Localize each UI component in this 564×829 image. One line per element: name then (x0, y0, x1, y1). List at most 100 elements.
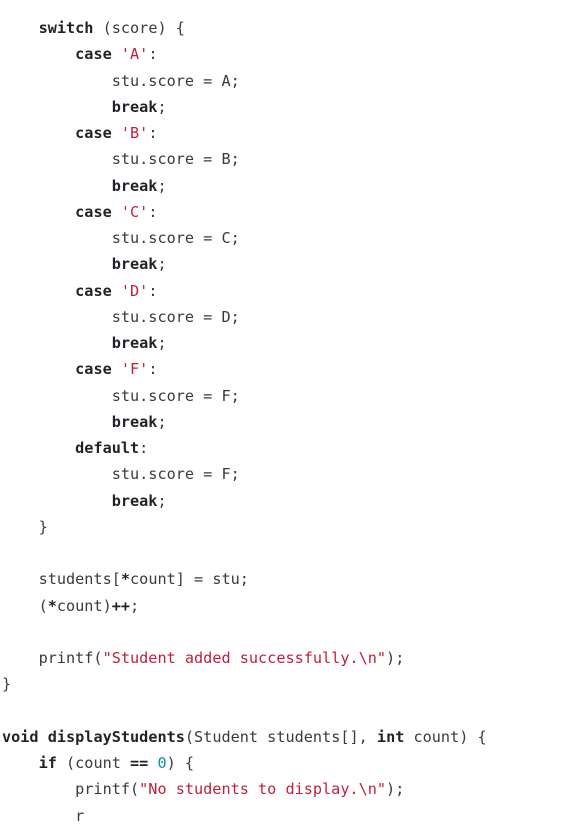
code-keyword: void (2, 727, 39, 746)
code-text: ) { (166, 754, 195, 772)
code-keyword: default (75, 439, 140, 457)
code-text: : (148, 281, 158, 300)
code-keyword: == (130, 754, 149, 772)
code-line: printf("No students to display.\n"); (2, 776, 487, 802)
code-line: break; (2, 94, 487, 120)
code-line: void displayStudents(Student students[],… (2, 724, 487, 750)
code-text: stu.score = F; (2, 465, 240, 484)
code-text: } (2, 517, 48, 536)
code-line: r (2, 803, 487, 829)
code-line: case 'F': (2, 356, 487, 382)
code-function-name: displayStudents (47, 727, 185, 746)
code-keyword: * (47, 596, 57, 615)
code-text: ; (157, 255, 167, 274)
code-text: count) { (404, 727, 487, 746)
code-text: ); (386, 780, 405, 799)
code-text: : (148, 124, 158, 142)
code-line: break; (2, 330, 487, 356)
code-text: r (2, 806, 85, 825)
code-line: students[*count] = stu; (2, 566, 487, 592)
code-line: stu.score = D; (2, 304, 487, 330)
code-text: students[ (2, 570, 121, 589)
code-string: 'A' (120, 45, 149, 64)
code-text: stu.score = B; (2, 150, 240, 169)
code-line: stu.score = F; (2, 461, 487, 487)
code-line: switch (score) { (2, 15, 487, 41)
code-keyword: case (75, 124, 112, 142)
code-string: "No students to display.\n" (139, 780, 387, 799)
code-text: ; (157, 412, 167, 431)
code-text: printf( (2, 780, 140, 799)
code-line: stu.score = C; (2, 225, 487, 251)
code-text: (count (56, 754, 131, 772)
code-keyword: case (75, 360, 112, 379)
code-line: stu.score = B; (2, 146, 487, 172)
code-line: break; (2, 488, 487, 514)
code-text: (score) { (93, 19, 185, 37)
code-text: } (2, 675, 12, 694)
code-text: : (148, 45, 158, 64)
code-block[interactable]: switch (score) { case 'A': stu.score = A… (2, 15, 487, 829)
code-keyword: break (111, 255, 158, 274)
code-keyword: ++ (111, 596, 131, 615)
code-line: break; (2, 409, 487, 435)
code-line: if (count == 0) { (2, 750, 487, 776)
code-text: ; (130, 596, 140, 615)
code-keyword: break (111, 97, 158, 116)
code-text: (Student students[], (184, 727, 377, 746)
code-text: ; (157, 176, 167, 195)
code-keyword: break (111, 334, 158, 352)
code-text: : (148, 202, 158, 221)
code-line: break; (2, 173, 487, 199)
code-text: count) (56, 596, 112, 615)
code-text: stu.score = F; (2, 386, 240, 405)
code-keyword: * (120, 570, 131, 589)
code-line: default: (2, 435, 487, 461)
code-text: stu.score = A; (2, 71, 240, 90)
code-line: (*count)++; (2, 593, 487, 619)
code-line: stu.score = F; (2, 383, 487, 409)
code-line: break; (2, 251, 487, 277)
code-text: : (139, 439, 149, 457)
code-keyword: int (376, 727, 405, 746)
code-keyword: switch (38, 19, 94, 37)
code-text: ; (157, 334, 167, 352)
code-text: ; (157, 491, 167, 510)
code-line: case 'B': (2, 120, 487, 146)
code-text: count] = stu; (130, 570, 249, 589)
code-string: 'C' (120, 202, 149, 221)
code-number: 0 (157, 754, 167, 772)
code-line: case 'D': (2, 278, 487, 304)
code-text: ; (157, 97, 167, 116)
code-keyword: case (75, 281, 112, 300)
code-keyword: break (111, 412, 158, 431)
code-keyword: break (111, 491, 158, 510)
code-text: stu.score = C; (2, 229, 240, 247)
code-text: : (148, 360, 158, 379)
code-line: stu.score = A; (2, 68, 487, 94)
code-string: 'F' (120, 360, 149, 379)
code-line: } (2, 514, 487, 540)
code-line: } (2, 671, 487, 697)
